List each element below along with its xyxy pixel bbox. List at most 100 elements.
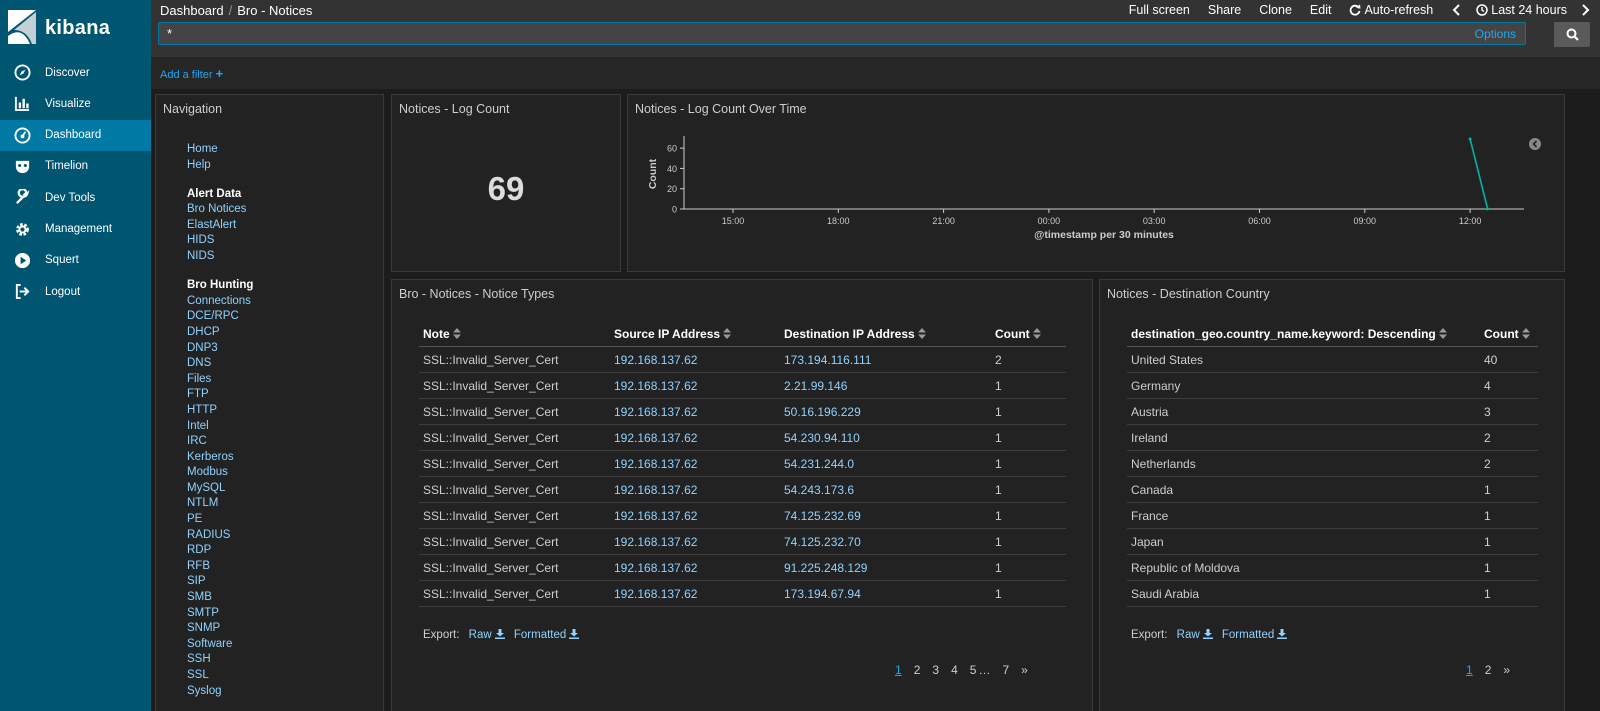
column-header[interactable]: Destination IP Address: [780, 321, 991, 347]
notice-types-pagination: 1 2 3 4 5… 7 »: [895, 663, 1028, 677]
pagination-page[interactable]: 1: [895, 663, 902, 677]
column-header-label: Count: [995, 326, 1030, 341]
nav-link-modbus[interactable]: Modbus: [187, 465, 253, 481]
table-cell[interactable]: 192.168.137.62: [610, 398, 780, 425]
breadcrumb-dashboard[interactable]: Dashboard: [160, 3, 224, 18]
time-back-button[interactable]: [1451, 4, 1466, 16]
table-cell[interactable]: 192.168.137.62: [610, 580, 780, 607]
nav-link-ssh[interactable]: SSH: [187, 652, 253, 668]
nav-link-elastalert[interactable]: ElastAlert: [187, 218, 253, 234]
nav-link-files[interactable]: Files: [187, 372, 253, 388]
nav-link-bro-notices[interactable]: Bro Notices: [187, 202, 253, 218]
nav-link-snmp[interactable]: SNMP: [187, 621, 253, 637]
export-raw-link[interactable]: Raw: [1177, 629, 1213, 641]
nav-link-rdp[interactable]: RDP: [187, 543, 253, 559]
table-cell[interactable]: 192.168.137.62: [610, 528, 780, 555]
pagination-page[interactable]: 1: [1466, 663, 1473, 677]
y-tick-label: 40: [667, 164, 677, 174]
clock-icon: [1476, 4, 1488, 16]
table-cell[interactable]: 173.194.67.94: [780, 580, 991, 607]
nav-link-ntlm[interactable]: NTLM: [187, 496, 253, 512]
table-cell[interactable]: 74.125.232.70: [780, 528, 991, 555]
column-header[interactable]: Note: [419, 321, 610, 347]
pagination-page[interactable]: 2: [914, 663, 921, 677]
table-cell[interactable]: 192.168.137.62: [610, 476, 780, 503]
table-cell[interactable]: 54.230.94.110: [780, 424, 991, 451]
auto-refresh-button[interactable]: Auto-refresh: [1349, 3, 1433, 17]
time-picker-button[interactable]: Last 24 hours: [1476, 3, 1567, 17]
table-cell[interactable]: 50.16.196.229: [780, 398, 991, 425]
nav-link-irc[interactable]: IRC: [187, 434, 253, 450]
nav-link-software[interactable]: Software: [187, 637, 253, 653]
pagination-page[interactable]: 5: [970, 663, 977, 677]
search-input[interactable]: [158, 22, 1526, 45]
table-cell[interactable]: 54.243.173.6: [780, 476, 991, 503]
search-options-link[interactable]: Options: [1475, 27, 1516, 41]
sidebar-item-timelion[interactable]: Timelion: [0, 151, 151, 182]
sidebar-item-discover[interactable]: Discover: [0, 57, 151, 88]
export-raw-link[interactable]: Raw: [469, 629, 505, 641]
nav-link-radius[interactable]: RADIUS: [187, 528, 253, 544]
nav-link-help[interactable]: Help: [187, 158, 253, 174]
share-button[interactable]: Share: [1208, 3, 1241, 17]
nav-link-http[interactable]: HTTP: [187, 403, 253, 419]
nav-link-hids[interactable]: HIDS: [187, 233, 253, 249]
nav-link-dhcp[interactable]: DHCP: [187, 325, 253, 341]
table-cell[interactable]: 192.168.137.62: [610, 450, 780, 477]
export-formatted-link[interactable]: Formatted: [1222, 629, 1288, 641]
table-cell[interactable]: 91.225.248.129: [780, 554, 991, 581]
nav-link-ssl[interactable]: SSL: [187, 668, 253, 684]
nav-link-sip[interactable]: SIP: [187, 574, 253, 590]
nav-link-kerberos[interactable]: Kerberos: [187, 450, 253, 466]
pagination-next[interactable]: »: [1021, 663, 1028, 677]
pagination-page[interactable]: 4: [951, 663, 958, 677]
search-button[interactable]: [1554, 22, 1590, 47]
nav-link-dnp3[interactable]: DNP3: [187, 341, 253, 357]
column-header[interactable]: Source IP Address: [610, 321, 780, 347]
nav-link-intel[interactable]: Intel: [187, 419, 253, 435]
table-cell[interactable]: 192.168.137.62: [610, 346, 780, 373]
column-header[interactable]: destination_geo.country_name.keyword: De…: [1127, 321, 1480, 347]
pagination-page[interactable]: 2: [1485, 663, 1492, 677]
nav-link-mysql[interactable]: MySQL: [187, 481, 253, 497]
sidebar-item-label: Discover: [45, 66, 90, 79]
nav-link-syslog[interactable]: Syslog: [187, 684, 253, 700]
legend-toggle-icon[interactable]: [1529, 138, 1541, 150]
sidebar-item-logout[interactable]: Logout: [0, 276, 151, 307]
nav-link-smb[interactable]: SMB: [187, 590, 253, 606]
nav-link-dns[interactable]: DNS: [187, 356, 253, 372]
table-cell[interactable]: 2.21.99.146: [780, 372, 991, 399]
table-cell[interactable]: 192.168.137.62: [610, 554, 780, 581]
clone-button[interactable]: Clone: [1259, 3, 1292, 17]
sidebar-item-squert[interactable]: Squert: [0, 245, 151, 276]
table-cell[interactable]: 74.125.232.69: [780, 502, 991, 529]
pagination-page[interactable]: 3: [932, 663, 939, 677]
column-header[interactable]: Count: [1480, 321, 1538, 347]
table-cell[interactable]: 192.168.137.62: [610, 372, 780, 399]
nav-link-rfb[interactable]: RFB: [187, 559, 253, 575]
nav-link-ftp[interactable]: FTP: [187, 387, 253, 403]
table-cell[interactable]: 192.168.137.62: [610, 424, 780, 451]
nav-link-pe[interactable]: PE: [187, 512, 253, 528]
column-header[interactable]: Count: [991, 321, 1066, 347]
x-axis-title: @timestamp per 30 minutes: [1034, 229, 1174, 241]
sidebar-item-visualize[interactable]: Visualize: [0, 88, 151, 119]
nav-link-connections[interactable]: Connections: [187, 294, 253, 310]
sidebar-item-dev-tools[interactable]: Dev Tools: [0, 182, 151, 213]
sidebar-item-management[interactable]: Management: [0, 214, 151, 245]
pagination-next[interactable]: »: [1503, 663, 1510, 677]
edit-button[interactable]: Edit: [1310, 3, 1332, 17]
pagination-page[interactable]: 7: [1002, 663, 1009, 677]
add-filter-button[interactable]: Add a filter +: [160, 66, 223, 81]
sidebar-item-dashboard[interactable]: Dashboard: [0, 119, 151, 151]
nav-link-smtp[interactable]: SMTP: [187, 606, 253, 622]
table-cell[interactable]: 173.194.116.111: [780, 346, 991, 373]
nav-link-nids[interactable]: NIDS: [187, 249, 253, 265]
nav-link-home[interactable]: Home: [187, 142, 253, 158]
table-cell[interactable]: 192.168.137.62: [610, 502, 780, 529]
table-cell[interactable]: 54.231.244.0: [780, 450, 991, 477]
nav-link-dce-rpc[interactable]: DCE/RPC: [187, 309, 253, 325]
export-formatted-link[interactable]: Formatted: [514, 629, 580, 641]
time-forward-button[interactable]: [1579, 4, 1594, 16]
full-screen-button[interactable]: Full screen: [1129, 3, 1190, 17]
